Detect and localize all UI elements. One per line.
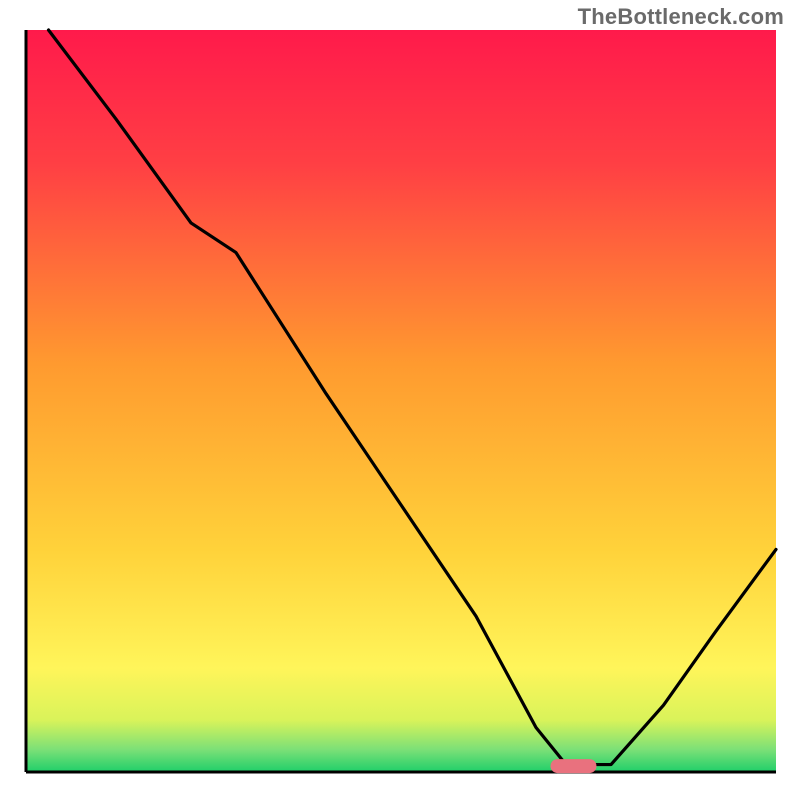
chart-stage: TheBottleneck.com: [0, 0, 800, 800]
plot-background: [26, 30, 776, 772]
bottleneck-chart-svg: [0, 0, 800, 800]
minimum-marker: [551, 759, 597, 773]
